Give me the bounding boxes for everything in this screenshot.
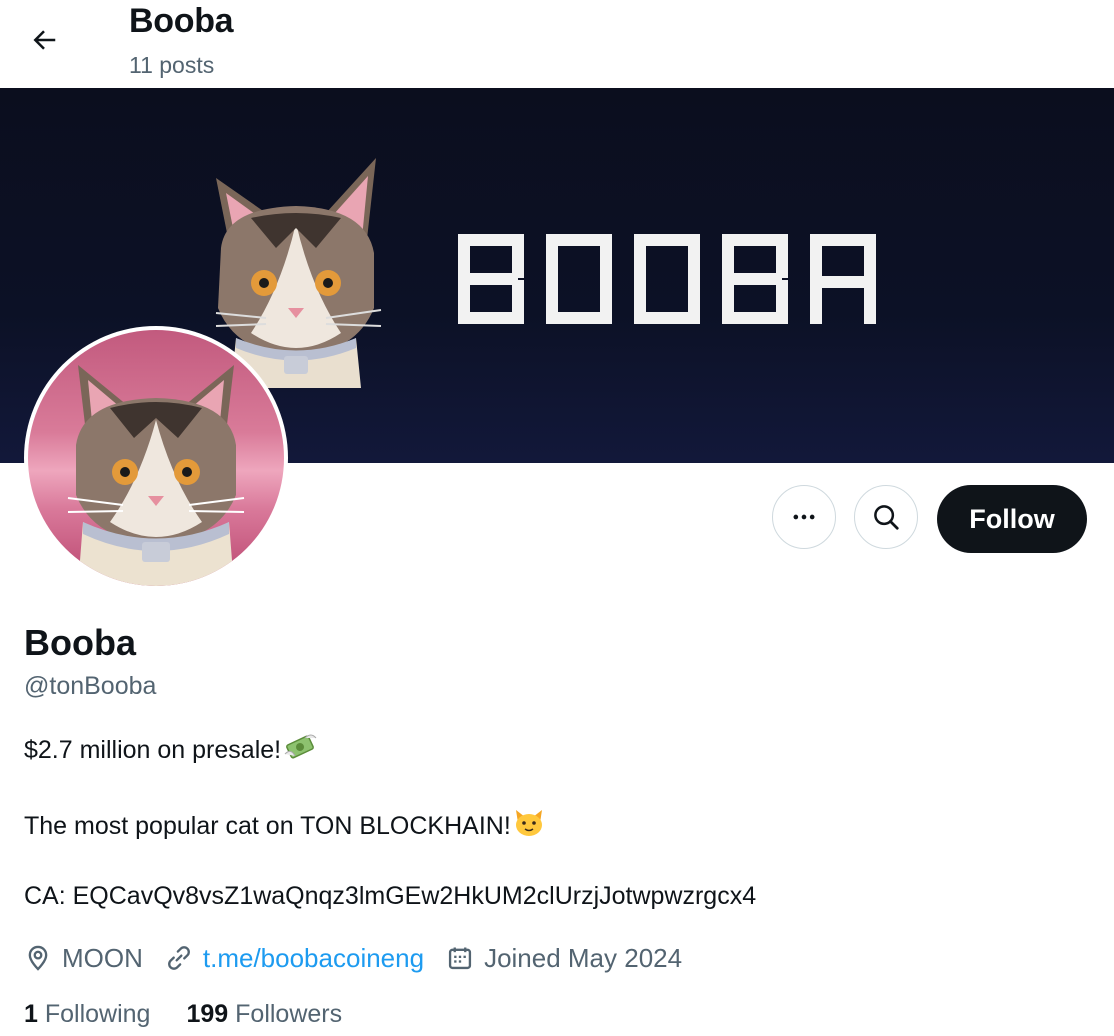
more-horizontal-icon (793, 514, 815, 520)
avatar-cat-illustration (67, 365, 245, 586)
banner-booba-wordmark (458, 234, 876, 324)
profile-header: Booba 11 posts (0, 0, 1114, 88)
profile-website[interactable]: t.me/boobacoineng (165, 943, 424, 974)
profile-meta-row: MOON t.me/boobacoineng Joined May 2024 (24, 940, 704, 976)
profile-name: Booba (24, 622, 136, 663)
following-label: Following (44, 1000, 151, 1028)
calendar-icon (448, 947, 472, 970)
search-posts-button[interactable] (854, 485, 918, 549)
location-pin-icon (28, 945, 48, 971)
bio-line-cat-text: The most popular cat on TON BLOCKHAIN! (24, 812, 511, 840)
location-text: MOON (62, 942, 143, 973)
header-posts-count: 11 posts (129, 52, 215, 78)
bio-line-cat: The most popular cat on TON BLOCKHAIN! (24, 808, 545, 841)
money-with-wings-emoji (284, 734, 317, 759)
bio-line-presale: $2.7 million on presale! (24, 732, 317, 765)
header-title: Booba (129, 2, 234, 40)
search-icon (874, 505, 899, 530)
website-link[interactable]: t.me/boobacoineng (203, 943, 424, 974)
avatar-cat-image (28, 330, 284, 586)
following-stat[interactable]: 1 Following (24, 1000, 150, 1029)
profile-joined-date: Joined May 2024 (446, 943, 682, 974)
back-button[interactable] (22, 18, 66, 62)
follow-button[interactable]: Follow (937, 485, 1087, 553)
joined-text: Joined May 2024 (484, 942, 683, 973)
bio-line-presale-text: $2.7 million on presale! (24, 736, 282, 764)
profile-handle: @tonBooba (24, 672, 157, 700)
link-icon (167, 946, 190, 970)
profile-location: MOON (24, 943, 143, 974)
profile-avatar[interactable] (24, 326, 288, 590)
more-options-button[interactable] (772, 485, 836, 549)
followers-count: 199 (186, 1000, 229, 1028)
cat-face-emoji (515, 810, 542, 836)
following-count: 1 (24, 1000, 38, 1028)
bio-line-contract-address: CA: EQCavQv8vsZ1waQnqz3lmGEw2HkUM2clUrzj… (24, 882, 757, 910)
profile-stats: 1 Following 199 Followers (24, 1000, 378, 1029)
followers-stat[interactable]: 199 Followers (186, 1000, 342, 1029)
followers-label: Followers (235, 1000, 343, 1028)
arrow-left-icon (33, 30, 56, 50)
